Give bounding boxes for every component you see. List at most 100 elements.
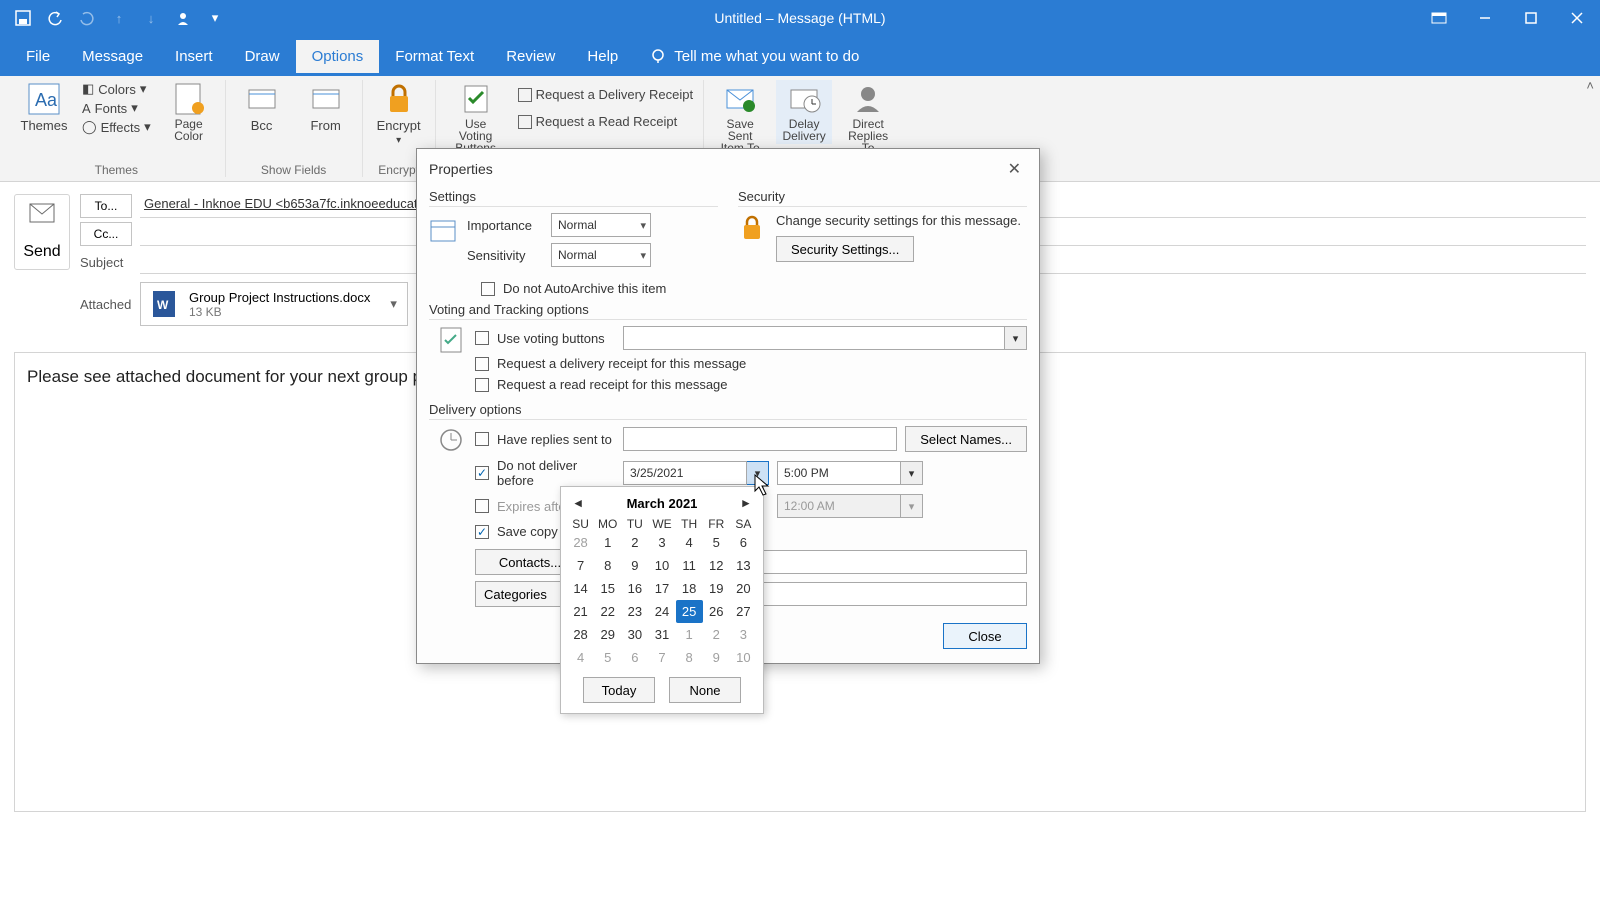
calendar-day[interactable]: 5 [703, 531, 730, 554]
calendar-day[interactable]: 18 [676, 577, 703, 600]
autoarchive-checkbox[interactable] [481, 282, 495, 296]
bcc-button[interactable]: Bcc [234, 80, 290, 135]
calendar-day[interactable]: 3 [730, 623, 757, 646]
calendar-day[interactable]: 6 [621, 646, 648, 669]
read-receipt-checkbox[interactable] [475, 378, 489, 392]
ribbon-display-icon[interactable] [1416, 0, 1462, 36]
replies-input[interactable] [623, 427, 897, 451]
calendar-day[interactable]: 4 [676, 531, 703, 554]
calendar-day[interactable]: 28 [567, 531, 594, 554]
attachment-dropdown-icon[interactable]: ▾ [382, 296, 397, 312]
redo-icon[interactable] [78, 9, 96, 27]
calendar-day[interactable]: 1 [594, 531, 621, 554]
calendar-day[interactable]: 9 [703, 646, 730, 669]
calendar-day[interactable]: 27 [730, 600, 757, 623]
calendar-day[interactable]: 6 [730, 531, 757, 554]
colors-button[interactable]: ◧Colors▾ [80, 80, 153, 98]
send-button[interactable]: Send [14, 194, 70, 270]
deliver-before-checkbox[interactable]: ✓ [475, 466, 489, 480]
delay-delivery-button[interactable]: Delay Delivery [776, 80, 832, 144]
calendar-day[interactable]: 19 [703, 577, 730, 600]
deliver-before-date-dropdown[interactable]: ▾ [747, 461, 769, 485]
undo-icon[interactable] [46, 9, 64, 27]
security-settings-button[interactable]: Security Settings... [776, 236, 914, 262]
dialog-close-button[interactable]: ✕ [1002, 157, 1027, 181]
savecopy-checkbox[interactable]: ✓ [475, 525, 489, 539]
encrypt-button[interactable]: Encrypt▾ [371, 80, 427, 148]
calendar-day[interactable]: 31 [648, 623, 675, 646]
minimize-button[interactable] [1462, 0, 1508, 36]
calendar-day[interactable]: 20 [730, 577, 757, 600]
calendar-day[interactable]: 13 [730, 554, 757, 577]
page-color-button[interactable]: Page Color [161, 80, 217, 144]
calendar-day[interactable]: 3 [648, 531, 675, 554]
calendar-day[interactable]: 7 [648, 646, 675, 669]
tab-draw[interactable]: Draw [229, 40, 296, 73]
save-sent-button[interactable]: Save Sent Item To [712, 80, 768, 156]
save-icon[interactable] [14, 9, 32, 27]
tellme[interactable]: Tell me what you want to do [634, 40, 875, 73]
voting-options-dropdown[interactable]: ▾ [1005, 326, 1027, 350]
calendar-day[interactable]: 4 [567, 646, 594, 669]
close-window-button[interactable] [1554, 0, 1600, 36]
calendar-day[interactable]: 5 [594, 646, 621, 669]
calendar-day[interactable]: 29 [594, 623, 621, 646]
calendar-day[interactable]: 10 [730, 646, 757, 669]
calendar-day[interactable]: 10 [648, 554, 675, 577]
calendar-day[interactable]: 16 [621, 577, 648, 600]
calendar-day[interactable]: 2 [703, 623, 730, 646]
themes-button[interactable]: Aa Themes [16, 80, 72, 135]
calendar-day[interactable]: 9 [621, 554, 648, 577]
calendar-day[interactable]: 1 [676, 623, 703, 646]
calendar-day[interactable]: 30 [621, 623, 648, 646]
tab-help[interactable]: Help [571, 40, 634, 73]
calendar-day[interactable]: 7 [567, 554, 594, 577]
tab-options[interactable]: Options [296, 40, 380, 73]
calendar-day[interactable]: 11 [676, 554, 703, 577]
cc-button[interactable]: Cc... [80, 222, 132, 246]
none-button[interactable]: None [669, 677, 741, 703]
person-icon[interactable] [174, 9, 192, 27]
attachment-chip[interactable]: W Group Project Instructions.docx 13 KB … [140, 282, 408, 326]
importance-select[interactable]: Normal [551, 213, 651, 237]
prev-month-button[interactable]: ◂ [571, 495, 586, 511]
select-names-button[interactable]: Select Names... [905, 426, 1027, 452]
from-button[interactable]: From [298, 80, 354, 135]
deliver-before-time[interactable]: 5:00 PM [777, 461, 901, 485]
next-month-button[interactable]: ▸ [738, 495, 753, 511]
calendar-day[interactable]: 14 [567, 577, 594, 600]
effects-button[interactable]: ◯Effects▾ [80, 118, 153, 136]
tab-format-text[interactable]: Format Text [379, 40, 490, 73]
close-button[interactable]: Close [943, 623, 1027, 649]
up-icon[interactable]: ↑ [110, 9, 128, 27]
calendar-day[interactable]: 17 [648, 577, 675, 600]
qat-customize-icon[interactable]: ▾ [206, 9, 224, 27]
direct-replies-button[interactable]: Direct Replies To [840, 80, 896, 156]
calendar-day[interactable]: 23 [621, 600, 648, 623]
use-voting-checkbox[interactable] [475, 331, 489, 345]
sensitivity-select[interactable]: Normal [551, 243, 651, 267]
calendar-day[interactable]: 25 [676, 600, 703, 623]
calendar-day[interactable]: 2 [621, 531, 648, 554]
req-delivery-receipt[interactable]: Request a Delivery Receipt [516, 86, 696, 103]
calendar-day[interactable]: 28 [567, 623, 594, 646]
down-icon[interactable]: ↓ [142, 9, 160, 27]
fonts-button[interactable]: AFonts▾ [80, 99, 153, 117]
calendar-day[interactable]: 24 [648, 600, 675, 623]
replies-checkbox[interactable] [475, 432, 489, 446]
deliver-before-date[interactable]: 3/25/2021 [623, 461, 747, 485]
to-button[interactable]: To... [80, 194, 132, 218]
calendar-day[interactable]: 26 [703, 600, 730, 623]
tab-message[interactable]: Message [66, 40, 159, 73]
calendar-day[interactable]: 8 [676, 646, 703, 669]
deliver-before-time-dropdown[interactable]: ▾ [901, 461, 923, 485]
tab-file[interactable]: File [10, 40, 66, 73]
maximize-button[interactable] [1508, 0, 1554, 36]
calendar-day[interactable]: 22 [594, 600, 621, 623]
calendar-day[interactable]: 8 [594, 554, 621, 577]
voting-button[interactable]: Use Voting Buttons [444, 80, 508, 156]
tab-review[interactable]: Review [490, 40, 571, 73]
collapse-ribbon-icon[interactable]: ˄ [1586, 78, 1594, 93]
delivery-receipt-checkbox[interactable] [475, 357, 489, 371]
calendar-day[interactable]: 12 [703, 554, 730, 577]
